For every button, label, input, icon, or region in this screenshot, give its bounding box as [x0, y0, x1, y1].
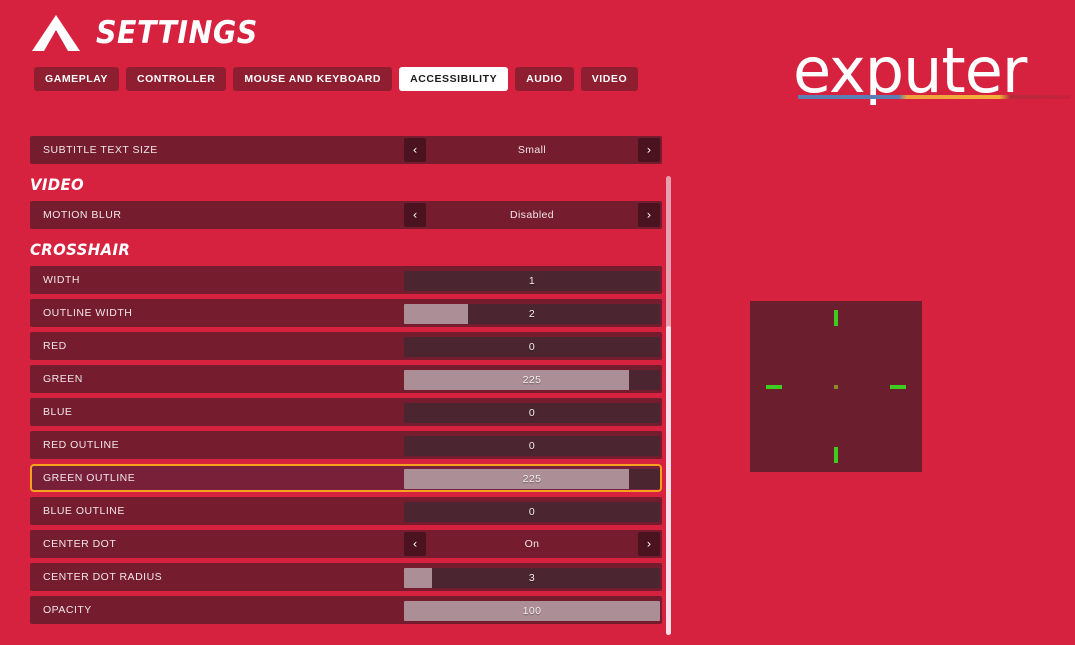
- setting-label-center-dot: CENTER DOT: [43, 538, 117, 550]
- slider-center-dot-radius[interactable]: 3: [404, 568, 660, 588]
- slider-red-outline[interactable]: 0: [404, 436, 660, 456]
- setting-value-red-outline: 0: [528, 440, 536, 452]
- setting-row-motion-blur[interactable]: MOTION BLUR ‹ Disabled ›: [30, 201, 662, 229]
- setting-label-blue-outline: BLUE OUTLINE: [43, 505, 125, 517]
- page-title: SETTINGS: [96, 14, 258, 51]
- slider-width[interactable]: 1: [404, 271, 660, 291]
- section-heading-crosshair: CROSSHAIR: [30, 240, 131, 259]
- crosshair-top-mark: [834, 310, 838, 326]
- tab-audio[interactable]: AUDIO: [515, 67, 574, 91]
- setting-value-subtitle-text-size: Small: [517, 144, 547, 156]
- tab-gameplay[interactable]: GAMEPLAY: [34, 67, 119, 91]
- exputer-logo: exputer: [793, 40, 1075, 110]
- settings-scrollbar-thumb[interactable]: [666, 326, 671, 635]
- tab-video[interactable]: VIDEO: [580, 67, 639, 91]
- setting-row-subtitle-text-size[interactable]: SUBTITLE TEXT SIZE ‹ Small ›: [30, 136, 662, 164]
- setting-value-outline-width: 2: [528, 308, 536, 320]
- exputer-logo-underline: [798, 95, 1070, 99]
- tab-accessibility[interactable]: ACCESSIBILITY: [399, 67, 509, 91]
- chevron-left-icon[interactable]: ‹: [404, 532, 426, 556]
- setting-value-center-dot-radius: 3: [528, 572, 536, 584]
- slider-opacity[interactable]: 100: [404, 601, 660, 621]
- setting-row-outline-width[interactable]: OUTLINE WIDTH 2: [30, 299, 662, 327]
- setting-value-green-outline: 225: [522, 473, 542, 485]
- chevron-right-icon[interactable]: ›: [638, 138, 660, 162]
- setting-value-blue-outline: 0: [528, 506, 536, 518]
- slider-outline-width[interactable]: 2: [404, 304, 660, 324]
- setting-row-red-outline[interactable]: RED OUTLINE 0: [30, 431, 662, 459]
- crosshair-bottom-mark: [834, 447, 838, 463]
- slider-green[interactable]: 225: [404, 370, 660, 390]
- slider-red[interactable]: 0: [404, 337, 660, 357]
- setting-value-motion-blur: Disabled: [509, 209, 555, 221]
- settings-tabs: GAMEPLAY CONTROLLER MOUSE AND KEYBOARD ACCE…: [0, 53, 760, 91]
- slider-green-outline[interactable]: 225: [404, 469, 660, 489]
- section-heading-video: VIDEO: [30, 175, 85, 194]
- setting-label-green-outline: GREEN OUTLINE: [43, 472, 136, 484]
- setting-row-green-outline[interactable]: GREEN OUTLINE 225: [30, 464, 662, 492]
- setting-label-center-dot-radius: CENTER DOT RADIUS: [43, 571, 163, 583]
- setting-value-width: 1: [528, 275, 536, 287]
- tab-controller[interactable]: CONTROLLER: [125, 67, 227, 91]
- setting-row-green[interactable]: GREEN 225: [30, 365, 662, 393]
- setting-row-blue-outline[interactable]: BLUE OUTLINE 0: [30, 497, 662, 525]
- setting-row-blue[interactable]: BLUE 0: [30, 398, 662, 426]
- setting-row-center-dot-radius[interactable]: CENTER DOT RADIUS 3: [30, 563, 662, 591]
- crosshair-center-dot: [834, 384, 838, 389]
- chevron-left-icon[interactable]: ‹: [404, 203, 426, 227]
- settings-header: SETTINGS GAMEPLAY CONTROLLER MOUSE AND KEY…: [0, 0, 760, 91]
- chevron-right-icon[interactable]: ›: [638, 203, 660, 227]
- mountain-a-icon: [32, 15, 80, 51]
- setting-value-blue: 0: [528, 407, 536, 419]
- chevron-right-icon[interactable]: ›: [638, 532, 660, 556]
- chevron-left-icon[interactable]: ‹: [404, 138, 426, 162]
- setting-label-outline-width: OUTLINE WIDTH: [43, 307, 133, 319]
- setting-label-red-outline: RED OUTLINE: [43, 439, 120, 451]
- setting-label-green: GREEN: [43, 373, 83, 385]
- setting-value-green: 225: [522, 374, 542, 386]
- crosshair-left-mark: [766, 384, 782, 389]
- setting-row-width[interactable]: WIDTH 1: [30, 266, 662, 294]
- settings-scrollbar-track[interactable]: [666, 176, 671, 635]
- setting-value-opacity: 100: [522, 605, 542, 617]
- setting-label-width: WIDTH: [43, 274, 80, 286]
- tab-mouse-and-keyboard[interactable]: MOUSE AND KEYBOARD: [233, 67, 393, 91]
- crosshair-right-mark: [890, 384, 906, 389]
- setting-row-opacity[interactable]: OPACITY 100: [30, 596, 662, 624]
- crosshair-preview: [750, 301, 922, 472]
- setting-row-red[interactable]: RED 0: [30, 332, 662, 360]
- setting-label-red: RED: [43, 340, 67, 352]
- title-row: SETTINGS: [0, 0, 760, 53]
- slider-blue-outline[interactable]: 0: [404, 502, 660, 522]
- setting-label-subtitle-text-size: SUBTITLE TEXT SIZE: [43, 144, 158, 156]
- exputer-logo-text: exputer: [793, 40, 1027, 107]
- stepper-motion-blur: ‹ Disabled ›: [404, 203, 660, 227]
- setting-row-center-dot[interactable]: CENTER DOT ‹ On ›: [30, 530, 662, 558]
- slider-blue[interactable]: 0: [404, 403, 660, 423]
- setting-value-red: 0: [528, 341, 536, 353]
- stepper-center-dot: ‹ On ›: [404, 532, 660, 556]
- stepper-subtitle-text-size: ‹ Small ›: [404, 138, 660, 162]
- setting-label-blue: BLUE: [43, 406, 73, 418]
- setting-label-opacity: OPACITY: [43, 604, 92, 616]
- setting-value-center-dot: On: [524, 538, 540, 550]
- setting-label-motion-blur: MOTION BLUR: [43, 209, 122, 221]
- settings-list: SUBTITLE TEXT SIZE ‹ Small › VIDEO MOTION BLU…: [30, 136, 662, 645]
